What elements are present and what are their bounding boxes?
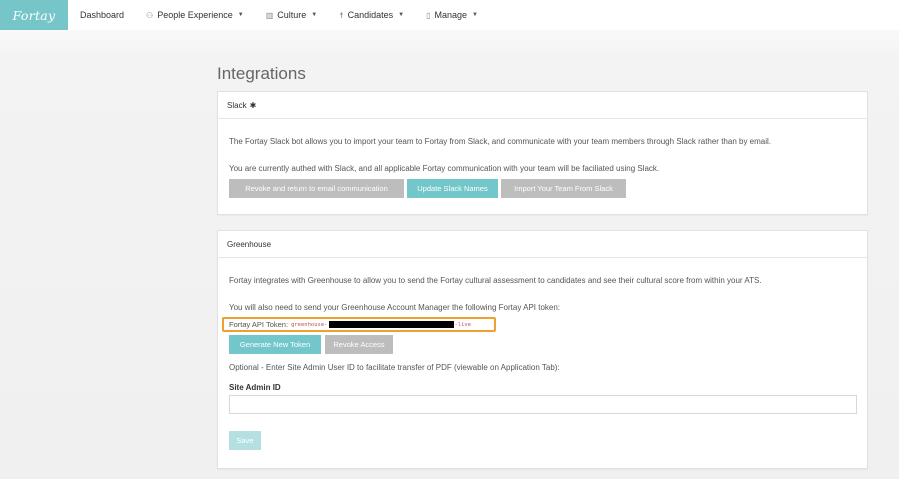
chevron-down-icon: ▼ xyxy=(398,12,405,18)
slack-panel: Slack ✱ The Fortay Slack bot allows you … xyxy=(217,91,868,215)
import-team-button[interactable]: Import Your Team From Slack xyxy=(501,179,626,198)
update-slack-names-button[interactable]: Update Slack Names xyxy=(407,179,498,198)
revoke-access-button[interactable]: Revoke Access xyxy=(325,335,393,354)
nav-manage[interactable]: ▯ Manage ▼ xyxy=(426,0,478,30)
greenhouse-description: Fortay integrates with Greenhouse to all… xyxy=(229,276,762,285)
slack-status-text: You are currently authed with Slack, and… xyxy=(229,164,660,173)
nav-culture[interactable]: ▥ Culture ▼ xyxy=(266,0,318,30)
fortay-logo[interactable]: Fortay xyxy=(0,0,68,30)
greenhouse-instruction: You will also need to send your Greenhou… xyxy=(229,303,561,312)
page-title: Integrations xyxy=(217,64,306,83)
api-token-value[interactable]: greenhouse- -live xyxy=(291,321,471,328)
save-button[interactable]: Save xyxy=(229,431,261,450)
revoke-slack-button[interactable]: Revoke and return to email communication xyxy=(229,179,404,198)
optional-site-admin-text: Optional - Enter Site Admin User ID to f… xyxy=(229,363,560,372)
api-token-label: Fortay API Token: xyxy=(229,320,289,329)
site-admin-input[interactable] xyxy=(229,395,857,414)
chevron-down-icon: ▼ xyxy=(237,12,244,18)
top-nav: Fortay Dashboard ⚇ People Experience ▼ ▥… xyxy=(0,0,899,30)
candidate-icon: ☨ xyxy=(339,10,344,20)
chevron-down-icon: ▼ xyxy=(311,12,318,18)
nav-people-experience[interactable]: ⚇ People Experience ▼ xyxy=(146,0,244,30)
slack-panel-header: Slack ✱ xyxy=(218,92,867,119)
chart-icon: ▥ xyxy=(265,10,274,20)
slack-icon: ✱ xyxy=(249,100,257,110)
nav-dashboard[interactable]: Dashboard xyxy=(80,0,124,30)
api-token-highlight: Fortay API Token: greenhouse- -live xyxy=(222,317,496,332)
redacted-token xyxy=(328,321,454,328)
nav-candidates[interactable]: ☨ Candidates ▼ xyxy=(339,0,404,30)
generate-token-button[interactable]: Generate New Token xyxy=(229,335,321,354)
people-icon: ⚇ xyxy=(146,10,154,20)
greenhouse-panel-header: Greenhouse xyxy=(218,231,867,258)
greenhouse-panel: Greenhouse Fortay integrates with Greenh… xyxy=(217,230,868,469)
slack-description: The Fortay Slack bot allows you to impor… xyxy=(229,137,771,146)
document-icon: ▯ xyxy=(426,10,431,20)
chevron-down-icon: ▼ xyxy=(472,12,478,18)
site-admin-label: Site Admin ID xyxy=(229,383,281,392)
